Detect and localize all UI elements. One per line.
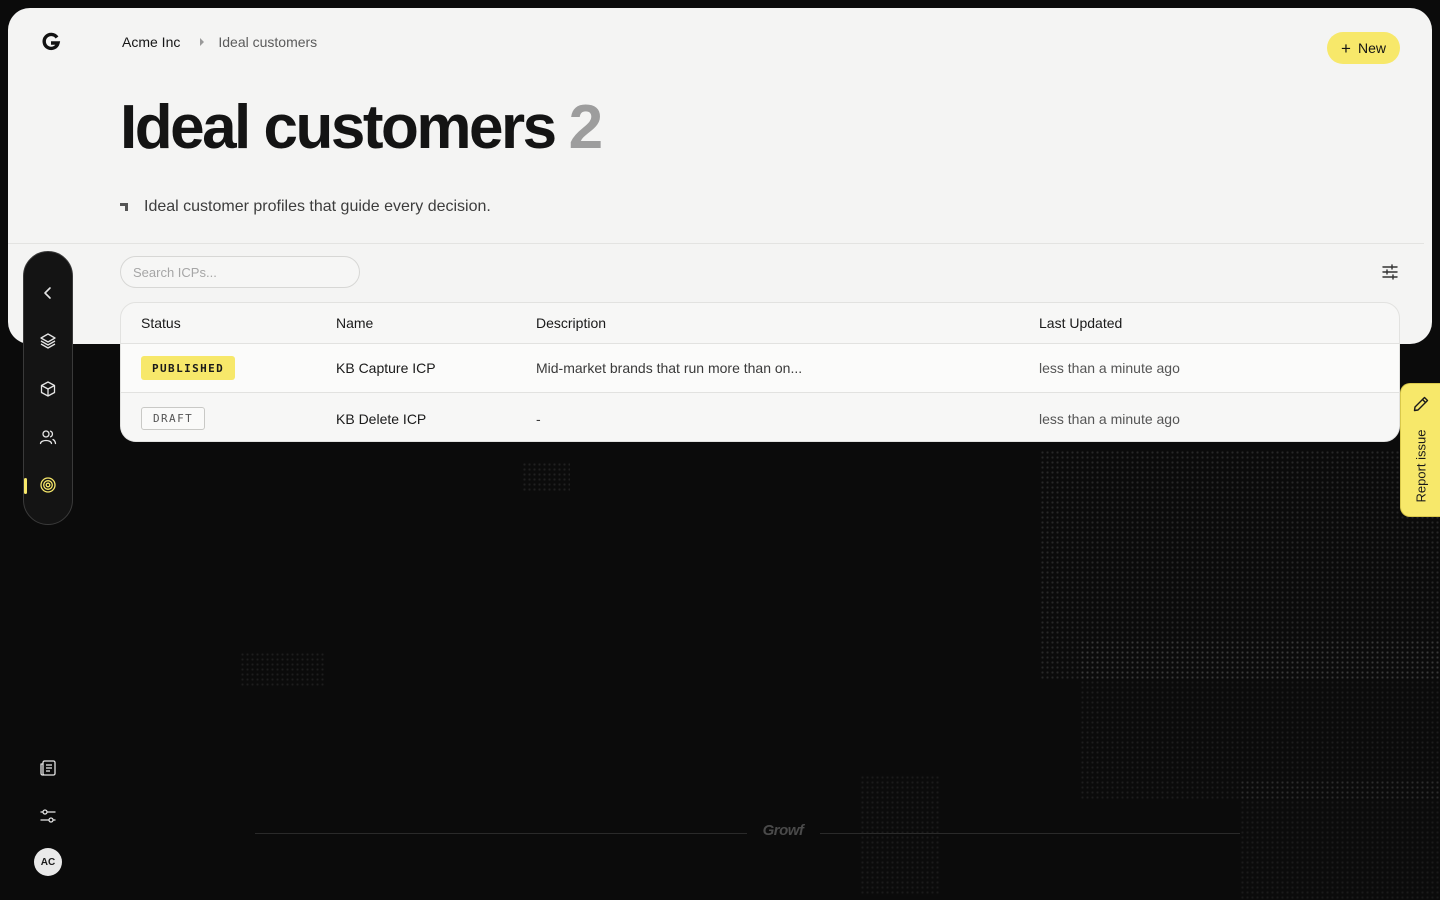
docs-icon[interactable]	[38, 758, 58, 778]
bg-texture	[1240, 780, 1440, 900]
subtitle-text: Ideal customer profiles that guide every…	[144, 198, 491, 215]
users-icon[interactable]	[39, 428, 57, 446]
footer-line-left	[255, 833, 747, 834]
bg-texture	[240, 652, 325, 687]
bg-texture	[1040, 450, 1440, 680]
bg-texture	[522, 462, 570, 492]
report-issue-label: Report issue	[1413, 429, 1429, 503]
breadcrumb: Acme Inc Ideal customers	[122, 34, 317, 50]
status-cell: DRAFT	[141, 394, 206, 441]
breadcrumb-root[interactable]: Acme Inc	[122, 34, 180, 50]
avatar[interactable]: AC	[34, 848, 62, 876]
last-updated-cell: less than a minute ago	[1039, 360, 1180, 376]
status-badge: DRAFT	[141, 407, 206, 430]
chevron-left-icon[interactable]	[39, 284, 57, 302]
active-indicator	[24, 478, 27, 494]
icp-table: Status Name Description Last Updated PUB…	[120, 302, 1400, 442]
page-title-count: 2	[568, 93, 603, 162]
plus-icon: +	[1341, 38, 1351, 58]
breadcrumb-separator-icon	[200, 38, 205, 46]
table-row[interactable]: PUBLISHED KB Capture ICP Mid-market bran…	[121, 344, 1399, 393]
column-header-name[interactable]: Name	[336, 303, 373, 343]
report-issue-tab[interactable]: Report issue	[1400, 383, 1440, 517]
new-button[interactable]: + New	[1327, 32, 1400, 64]
header-divider	[8, 243, 1424, 244]
column-header-description[interactable]: Description	[536, 303, 606, 343]
search-input[interactable]	[120, 256, 360, 288]
description-cell: Mid-market brands that run more than on.…	[536, 360, 803, 376]
pencil-icon	[1413, 396, 1429, 412]
main-panel	[8, 8, 1432, 344]
last-updated-cell: less than a minute ago	[1039, 410, 1180, 427]
status-badge: PUBLISHED	[141, 356, 236, 380]
page-subtitle: Ideal customer profiles that guide every…	[120, 198, 491, 216]
page-title: Ideal customers 2	[120, 92, 603, 163]
settings-sliders-icon[interactable]	[38, 806, 58, 826]
corner-marker-icon	[120, 203, 128, 211]
page-title-text: Ideal customers	[120, 93, 557, 162]
status-cell: PUBLISHED	[141, 344, 236, 392]
description-cell: -	[536, 410, 541, 427]
bg-texture	[860, 775, 940, 895]
name-cell: KB Capture ICP	[336, 360, 436, 376]
bg-texture	[1080, 640, 1440, 800]
column-header-status[interactable]: Status	[141, 303, 181, 343]
layers-icon[interactable]	[39, 332, 57, 350]
breadcrumb-current: Ideal customers	[218, 34, 318, 50]
name-cell: KB Delete ICP	[336, 410, 427, 427]
sidebar-rail	[23, 251, 73, 525]
growf-logo-icon[interactable]	[40, 31, 62, 53]
new-button-label: New	[1357, 40, 1386, 56]
cube-icon[interactable]	[39, 380, 57, 398]
filter-sliders-icon[interactable]	[1380, 262, 1400, 282]
footer-brand: Growf	[762, 822, 804, 839]
target-icon[interactable]	[39, 476, 57, 494]
table-header-row: Status Name Description Last Updated	[121, 303, 1399, 344]
footer-line-right	[820, 833, 1240, 834]
column-header-last-updated[interactable]: Last Updated	[1039, 303, 1122, 343]
table-row[interactable]: DRAFT KB Delete ICP - less than a minute…	[121, 394, 1399, 441]
